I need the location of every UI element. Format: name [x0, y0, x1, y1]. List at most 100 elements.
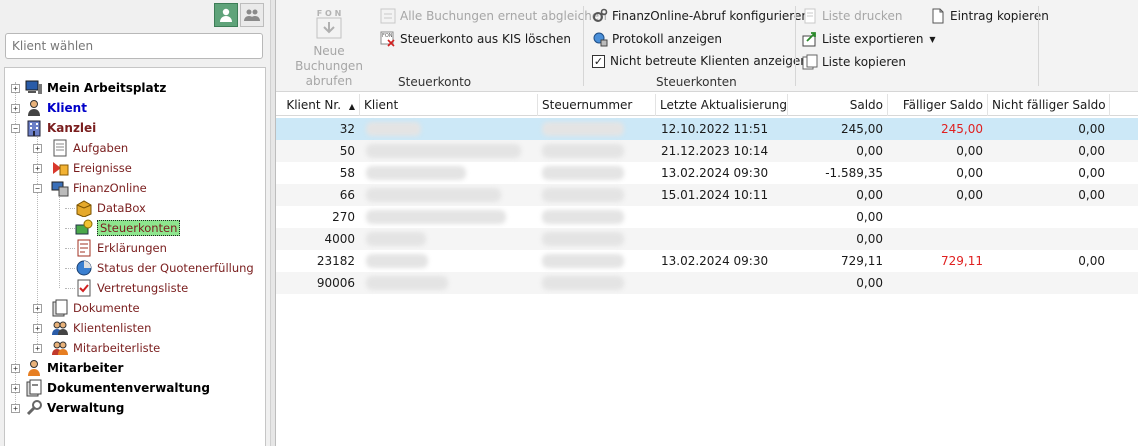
liste-kopieren-button[interactable]: Liste kopieren — [802, 54, 906, 70]
tree-item-verwaltung[interactable]: Verwaltung — [25, 398, 124, 418]
cell-nicht-faelliger-saldo: 0,00 — [1078, 122, 1105, 136]
abruf-konfigurieren-button[interactable]: FinanzOnline-Abruf konfigurieren — [592, 8, 809, 24]
nicht-betreute-klienten-checkbox[interactable]: ✓ Nicht betreute Klienten anzeigen — [592, 54, 808, 68]
tree-item-steuerkonten[interactable]: Steuerkonten — [75, 218, 181, 238]
tree-item-databox[interactable]: DataBox — [75, 198, 146, 218]
tree-item-vertretungsliste[interactable]: Vertretungsliste — [75, 278, 188, 298]
cell-letzte-aktualisierung: 15.01.2024 10:11 — [661, 188, 769, 202]
gears-icon — [592, 8, 608, 24]
alle-buchungen-abgleichen-button[interactable]: Alle Buchungen erneut abgleichen — [380, 8, 607, 24]
cell-klient-nr: 50 — [339, 144, 355, 158]
checkmark-icon: ✓ — [592, 54, 605, 68]
expand-toggle[interactable]: + — [11, 364, 20, 373]
tree-item-dokumentenverwaltung[interactable]: Dokumentenverwaltung — [25, 378, 210, 398]
collapse-toggle[interactable]: − — [11, 124, 20, 133]
table-row[interactable]: 90006 0,00 — [276, 272, 1138, 294]
steuerkonto-loeschen-button[interactable]: FON Steuerkonto aus KIS löschen — [380, 31, 571, 47]
tree-item-klient[interactable]: Klient — [25, 98, 87, 118]
tree-item-finanzonline[interactable]: FinanzOnline — [51, 178, 147, 198]
tree-item-klientenlisten[interactable]: Klientenlisten — [51, 318, 151, 338]
table-row[interactable]: 4000 0,00 — [276, 228, 1138, 250]
cell-faelliger-saldo: 245,00 — [941, 122, 983, 136]
tree-item-kanzlei[interactable]: Kanzlei — [25, 118, 96, 138]
cell-klient-nr: 32 — [339, 122, 355, 136]
protokoll-anzeigen-button[interactable]: Protokoll anzeigen — [592, 31, 722, 47]
tree-item-label: Mitarbeiter — [47, 361, 124, 375]
column-header-faelliger-saldo[interactable]: Fälliger Saldo — [888, 94, 988, 116]
button-label: Liste kopieren — [822, 55, 907, 69]
tree-item-label: Verwaltung — [47, 401, 125, 415]
tree-item-mitarbeiter[interactable]: Mitarbeiter — [25, 358, 123, 378]
copy-entry-icon — [930, 8, 946, 24]
tree-item-mitarbeiterliste[interactable]: Mitarbeiterliste — [51, 338, 160, 358]
table-row[interactable]: 50 21.12.2023 10:14 0,00 0,00 0,00 — [276, 140, 1138, 162]
document-management-icon — [25, 379, 43, 397]
redacted-tax-number — [542, 232, 624, 246]
button-label: Liste exportieren — [822, 32, 924, 46]
tree-item-aufgaben[interactable]: Aufgaben — [51, 138, 128, 158]
people-icon — [244, 9, 260, 21]
client-search-input[interactable] — [5, 33, 263, 59]
tree-item-status-quotenerfuellung[interactable]: Status der Quotenerfüllung — [75, 258, 254, 278]
tree-item-label: Dokumente — [73, 301, 140, 315]
table-row[interactable]: 23182 13.02.2024 09:30 729,11 729,11 0,0… — [276, 250, 1138, 272]
eintrag-kopieren-button[interactable]: Eintrag kopieren — [930, 8, 1049, 24]
cell-nicht-faelliger-saldo — [988, 228, 1110, 250]
table-row[interactable]: 66 15.01.2024 10:11 0,00 0,00 0,00 — [276, 184, 1138, 206]
cell-klient-nr: 66 — [339, 188, 355, 202]
navigation-pane: + Mein Arbeitsplatz + Klient − Kanzlei +… — [0, 0, 270, 446]
sort-ascending-icon: ▲ — [348, 102, 355, 111]
ribbon-toolbar: F O N Neue Buchungen abrufen Alle Buchun… — [276, 0, 1138, 92]
wrench-icon — [25, 399, 43, 417]
group-label-steuerkonten: Steuerkonten — [656, 75, 737, 89]
collapse-toggle[interactable]: − — [33, 184, 42, 193]
redacted-tax-number — [542, 210, 624, 224]
expand-toggle[interactable]: + — [33, 144, 42, 153]
expand-toggle[interactable]: + — [11, 104, 20, 113]
column-header-steuernummer[interactable]: Steuernummer — [538, 94, 656, 116]
expand-toggle[interactable]: + — [33, 344, 42, 353]
redacted-client-name — [366, 144, 521, 158]
expand-toggle[interactable]: + — [33, 304, 42, 313]
column-header-letzte-aktualisierung[interactable]: Letzte Aktualisierung — [656, 94, 788, 116]
neue-buchungen-abrufen-button[interactable]: F O N Neue Buchungen abrufen — [280, 4, 378, 89]
tree-item-ereignisse[interactable]: Ereignisse — [51, 158, 132, 178]
tree-item-mein-arbeitsplatz[interactable]: Mein Arbeitsplatz — [25, 78, 166, 98]
expand-toggle[interactable]: + — [33, 164, 42, 173]
expand-toggle[interactable]: + — [11, 384, 20, 393]
group-view-button[interactable] — [240, 3, 264, 27]
button-label: Neue Buchungen — [295, 44, 363, 73]
tree-item-label: Erklärungen — [97, 241, 167, 255]
column-header-saldo[interactable]: Saldo — [788, 94, 888, 116]
column-header-klient-nr[interactable]: Klient Nr. ▲ — [276, 94, 360, 116]
declaration-icon — [75, 239, 93, 257]
export-icon — [802, 31, 818, 47]
expand-toggle[interactable]: + — [11, 404, 20, 413]
cell-letzte-aktualisierung: 12.10.2022 11:51 — [661, 122, 769, 136]
expand-toggle[interactable]: + — [33, 324, 42, 333]
redacted-tax-number — [542, 144, 624, 158]
table-row[interactable]: 58 13.02.2024 09:30 -1.589,35 0,00 0,00 — [276, 162, 1138, 184]
redacted-client-name — [366, 188, 501, 202]
expand-toggle[interactable]: + — [11, 84, 20, 93]
cell-nicht-faelliger-saldo: 0,00 — [1078, 144, 1105, 158]
cell-saldo: 729,11 — [841, 254, 883, 268]
table-row[interactable]: 32 12.10.2022 11:51 245,00 245,00 0,00 — [276, 118, 1138, 140]
person-icon — [220, 8, 232, 22]
single-client-view-button[interactable] — [214, 3, 238, 27]
column-header-klient[interactable]: Klient — [360, 94, 538, 116]
cell-faelliger-saldo: 0,00 — [956, 188, 983, 202]
table-row[interactable]: 270 0,00 — [276, 206, 1138, 228]
client-list-icon — [51, 319, 69, 337]
tree-item-erklaerungen[interactable]: Erklärungen — [75, 238, 167, 258]
cell-saldo: 245,00 — [841, 122, 883, 136]
svg-text:FON: FON — [382, 33, 393, 39]
cell-saldo: 0,00 — [856, 276, 883, 290]
cell-nicht-faelliger-saldo — [988, 272, 1110, 294]
liste-drucken-button[interactable]: Liste drucken — [802, 8, 902, 24]
column-header-nicht-faelliger-saldo[interactable]: Nicht fälliger Saldo — [988, 94, 1110, 116]
tree-item-dokumente[interactable]: Dokumente — [51, 298, 140, 318]
liste-exportieren-button[interactable]: Liste exportieren ▼ — [802, 31, 936, 47]
cell-faelliger-saldo — [888, 228, 988, 250]
tree-item-label: Status der Quotenerfüllung — [97, 261, 254, 275]
